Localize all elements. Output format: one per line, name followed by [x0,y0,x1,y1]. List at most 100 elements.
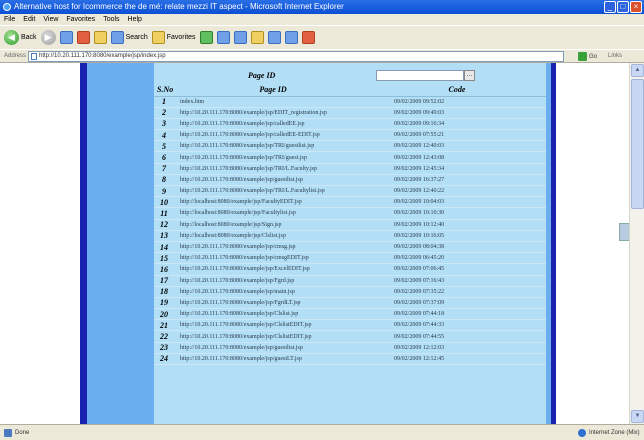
search-icon [110,31,124,44]
row-page-id-link[interactable]: http://10.20.111.170:8080/example/jsp/Cl… [178,330,368,343]
row-code: 09/02/2009 12:12:45 [368,353,546,366]
scroll-thumb[interactable] [631,79,644,209]
stop-icon[interactable] [59,31,73,44]
right-dark-border [551,63,556,424]
discuss-icon[interactable] [267,31,281,44]
row-sno: 1 [154,96,178,108]
maximize-button[interactable]: □ [617,1,629,13]
row-page-id-link[interactable]: http://10.20.111.170:8080/example/jsp/cm… [178,241,368,254]
print-icon[interactable] [233,31,247,44]
table-row: 10 http://localhost:8080/example/jsp/Facu… [154,196,546,209]
row-code: 09/02/2009 12:12:03 [368,342,546,354]
row-page-id-link[interactable]: http://10.20.111.170:8080/example/jsp/gu… [178,174,368,187]
row-page-id-link[interactable]: http://10.20.111.170:8080/example/jsp/cm… [178,252,368,265]
row-code: 09/02/2009 12:45:34 [368,163,546,175]
row-code: 09/02/2009 06:45:20 [368,252,546,265]
go-label: Go [589,53,598,60]
row-sno: 22 [154,330,178,343]
row-code: 09/02/2009 12:43:08 [368,151,546,164]
menu-edit[interactable]: Edit [23,14,35,25]
page-id-search-row: Page ID … [154,70,546,83]
table-row: 2 http://10.20.111.170:8080/example/jsp/E… [154,107,546,119]
row-page-id-link[interactable]: http://10.20.111.170:8080/example/jsp/ma… [178,286,368,298]
row-page-id-link[interactable]: http://localhost:8080/example/jsp/Sign.j… [178,219,368,231]
messenger-icon[interactable] [284,31,298,44]
menu-view[interactable]: View [43,14,58,25]
table-row: 13 http://localhost:8080/example/jsp/Clsl… [154,230,546,242]
page-id-submit-button[interactable]: … [464,70,475,81]
row-code: 09/02/2009 09:49:03 [368,107,546,119]
menu-favorites[interactable]: Favorites [66,14,95,25]
row-page-id-link[interactable]: http://10.20.111.170:8080/example/jsp/Cl… [178,319,368,332]
table-row: 24 http://10.20.111.170:8080/example/jsp/… [154,353,546,366]
research-icon[interactable] [301,31,315,44]
table-row: 18 http://10.20.111.170:8080/example/jsp/… [154,286,546,298]
table-row: 3 http://10.20.111.170:8080/example/jsp/c… [154,118,546,131]
row-code: 09/02/2009 10:04:03 [368,196,546,209]
star-icon [151,31,165,44]
row-code: 09/02/2009 16:37:27 [368,174,546,187]
side-widget-icon[interactable] [619,223,629,241]
status-left: Done [4,429,29,437]
row-page-id-link[interactable]: index.htm [178,96,368,108]
links-label[interactable]: Links [608,53,622,59]
edit-icon[interactable] [250,31,264,44]
page-done-icon [4,429,12,437]
row-page-id-link[interactable]: http://10.20.111.170:8080/example/jsp/gu… [178,342,368,354]
row-sno: 17 [154,275,178,287]
status-text: Done [15,430,30,436]
header-code: Code [368,84,546,97]
row-sno: 7 [154,163,178,175]
go-button[interactable]: Go [578,51,602,62]
row-page-id-link[interactable]: http://10.20.111.170:8080/example/jsp/ca… [178,118,368,131]
row-page-id-link[interactable]: http://localhost:8080/example/jsp/Facult… [178,207,368,220]
forward-button[interactable]: ▶ [40,30,56,45]
refresh-icon[interactable] [76,31,90,44]
row-page-id-link[interactable]: http://10.20.111.170:8080/example/jsp/ca… [178,129,368,142]
row-page-id-link[interactable]: http://10.20.111.170:8080/example/jsp/ED… [178,107,368,119]
row-sno: 15 [154,252,178,265]
row-sno: 4 [154,129,178,142]
scroll-down-button[interactable]: ▼ [631,410,644,423]
row-sno: 16 [154,263,178,276]
row-page-id-link[interactable]: http://10.20.111.170:8080/example/jsp/Fg… [178,297,368,310]
row-page-id-link[interactable]: http://localhost:8080/example/jsp/Clslis… [178,230,368,242]
favorites-button[interactable]: Favorites [151,31,196,44]
scroll-up-button[interactable]: ▲ [631,64,644,77]
row-page-id-link[interactable]: http://10.20.111.170:8080/example/jsp/TR… [178,151,368,164]
history-icon[interactable] [199,31,213,44]
back-label: Back [21,34,37,41]
row-page-id-link[interactable]: http://localhost:8080/example/jsp/Facult… [178,196,368,209]
row-page-id-link[interactable]: http://10.20.111.170:8080/example/jsp/TR… [178,163,368,175]
minimize-button[interactable]: _ [604,1,616,13]
address-input[interactable]: http://10.20.111.170:8080/example/jsp/in… [28,51,564,62]
close-button[interactable]: × [630,1,642,13]
menu-file[interactable]: File [4,14,15,25]
status-zone: Internet Zone (Mix) [578,429,640,437]
search-label: Search [125,34,148,41]
row-page-id-link[interactable]: http://10.20.111.170:8080/example/jsp/Cl… [178,308,368,321]
row-page-id-link[interactable]: http://10.20.111.170:8080/example/jsp/Ex… [178,263,368,276]
row-page-id-link[interactable]: http://10.20.111.170:8080/example/jsp/Fg… [178,275,368,287]
internet-zone-icon [578,429,586,437]
menu-tools[interactable]: Tools [103,14,119,25]
page-id-input[interactable] [376,70,464,81]
row-page-id-link[interactable]: http://10.20.111.170:8080/example/jsp/TR… [178,140,368,153]
row-sno: 9 [154,185,178,198]
vertical-scrollbar[interactable]: ▲ ▼ [629,63,644,424]
back-button[interactable]: ◀ Back [4,30,37,45]
table-row: 15 http://10.20.111.170:8080/example/jsp/… [154,252,546,265]
table-row: 8 http://10.20.111.170:8080/example/jsp/g… [154,174,546,187]
mail-icon[interactable] [216,31,230,44]
row-sno: 24 [154,353,178,366]
home-icon[interactable] [93,31,107,44]
table-body: 1 index.htm 09/02/2009 09:52:02 2 http://10.… [154,96,546,366]
back-arrow-icon: ◀ [4,30,19,45]
menu-help[interactable]: Help [128,14,142,25]
row-code: 09/02/2009 07:55:21 [368,129,546,142]
zone-text: Internet Zone (Mix) [589,430,640,436]
search-button[interactable]: Search [110,31,148,44]
row-page-id-link[interactable]: http://10.20.111.170:8080/example/jsp/gu… [178,353,368,366]
row-page-id-link[interactable]: http://10.20.111.170:8080/example/jsp/TR… [178,185,368,198]
row-code: 09/02/2009 07:44:33 [368,319,546,332]
